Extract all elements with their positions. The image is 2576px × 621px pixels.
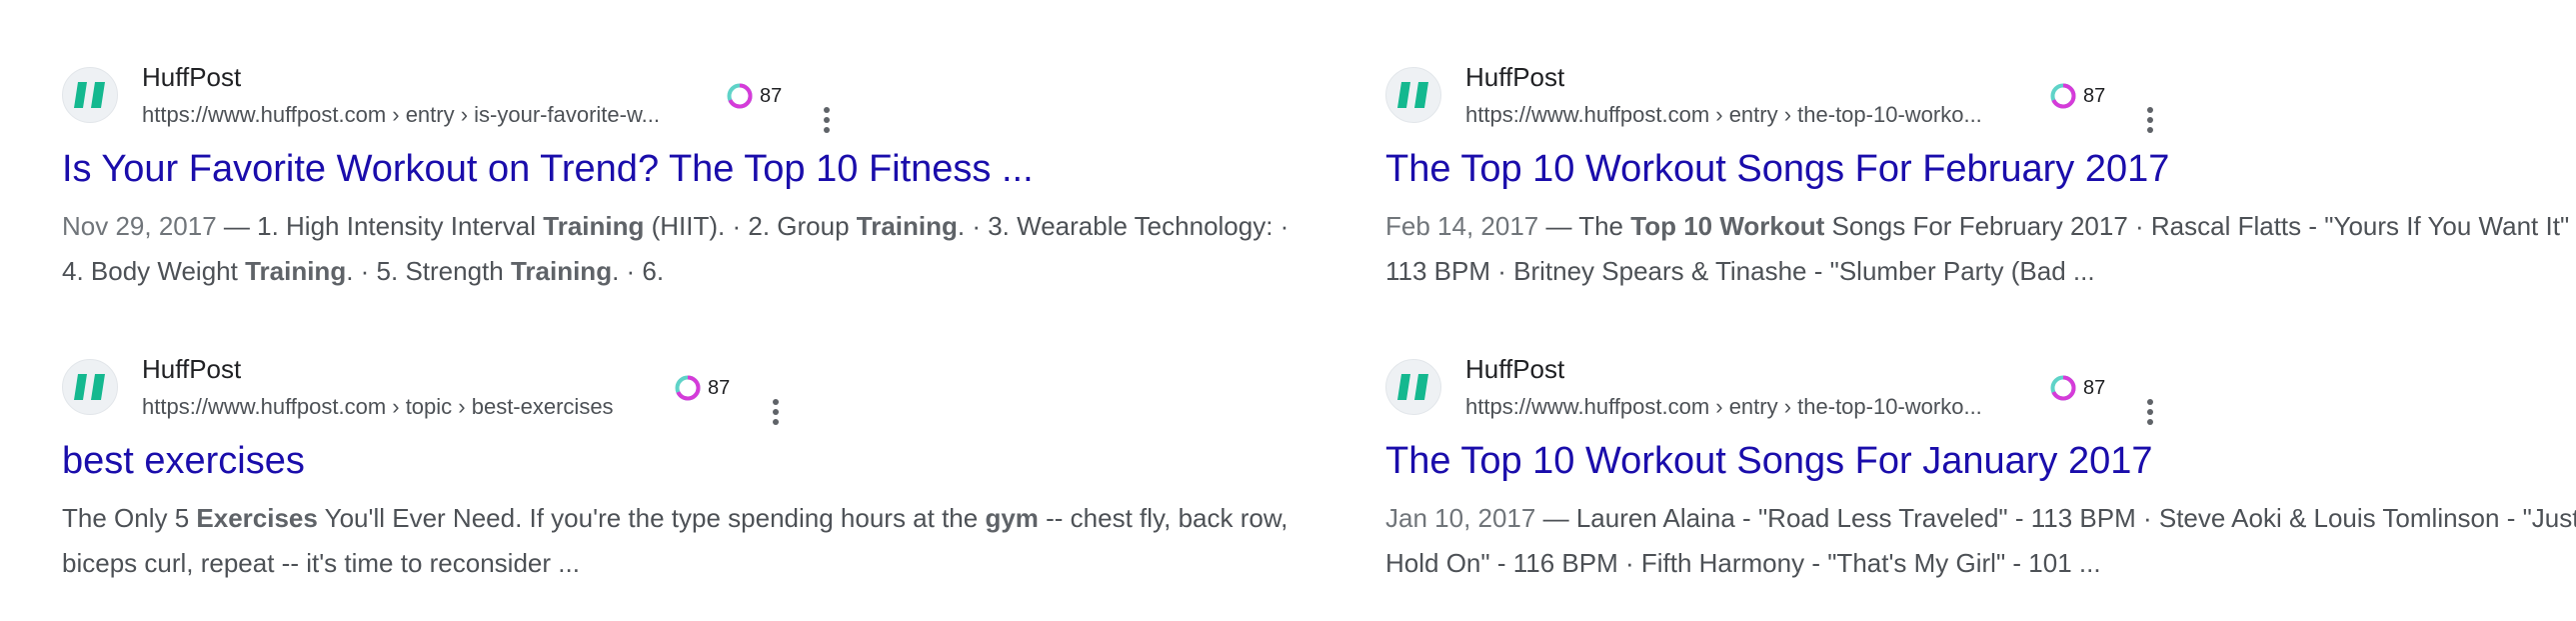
- result-header: HuffPost https://www.huffpost.com › topi…: [62, 352, 1331, 432]
- more-vert-icon: [2147, 399, 2153, 425]
- score-value: 87: [760, 84, 783, 107]
- more-vert-icon: [2147, 107, 2153, 133]
- score-ring-icon: [727, 83, 753, 109]
- score-badge: 87: [726, 82, 782, 110]
- huffpost-logo-icon[interactable]: [1385, 359, 1441, 415]
- date-separator: —: [1535, 503, 1576, 533]
- score-value: 87: [708, 376, 731, 399]
- site-url[interactable]: https://www.huffpost.com › entry › the-t…: [1465, 102, 1982, 128]
- more-options-button[interactable]: [770, 396, 782, 428]
- site-name[interactable]: HuffPost: [142, 62, 241, 93]
- site-url[interactable]: https://www.huffpost.com › entry › the-t…: [1465, 394, 1982, 420]
- search-result: HuffPost https://www.huffpost.com › entr…: [1385, 60, 2576, 286]
- more-vert-icon: [824, 107, 830, 133]
- score-ring-icon: [2050, 83, 2076, 109]
- result-title-link[interactable]: Is Your Favorite Workout on Trend? The T…: [62, 148, 1034, 191]
- result-title-link[interactable]: The Top 10 Workout Songs For January 201…: [1385, 440, 2153, 483]
- more-options-button[interactable]: [2144, 104, 2156, 136]
- huffpost-logo-icon[interactable]: [62, 359, 118, 415]
- more-vert-icon: [773, 399, 779, 425]
- site-name[interactable]: HuffPost: [142, 354, 241, 385]
- score-badge: 87: [674, 374, 730, 402]
- result-date: Nov 29, 2017: [62, 211, 217, 241]
- score-value: 87: [2083, 84, 2106, 107]
- score-badge: 87: [2049, 82, 2105, 110]
- result-date: Jan 10, 2017: [1385, 503, 1536, 533]
- result-header: HuffPost https://www.huffpost.com › entr…: [1385, 352, 2576, 432]
- search-result: HuffPost https://www.huffpost.com › entr…: [62, 60, 1331, 286]
- result-snippet: Feb 14, 2017 — The Top 10 Workout Songs …: [1385, 211, 2576, 286]
- date-separator: —: [1538, 211, 1579, 241]
- date-separator: —: [216, 211, 258, 241]
- score-value: 87: [2083, 376, 2106, 399]
- more-options-button[interactable]: [821, 104, 833, 136]
- score-ring-icon: [2050, 375, 2076, 401]
- site-url[interactable]: https://www.huffpost.com › topic › best-…: [142, 394, 614, 420]
- result-snippet: The Only 5 Exercises You'll Ever Need. I…: [62, 503, 1288, 578]
- search-result: HuffPost https://www.huffpost.com › entr…: [1385, 352, 2576, 578]
- result-header: HuffPost https://www.huffpost.com › entr…: [62, 60, 1331, 140]
- huffpost-logo-icon[interactable]: [1385, 67, 1441, 123]
- result-title-link[interactable]: best exercises: [62, 440, 305, 483]
- result-header: HuffPost https://www.huffpost.com › entr…: [1385, 60, 2576, 140]
- result-snippet: Jan 10, 2017 — Lauren Alaina - "Road Les…: [1385, 503, 2576, 578]
- site-url[interactable]: https://www.huffpost.com › entry › is-yo…: [142, 102, 660, 128]
- score-badge: 87: [2049, 374, 2105, 402]
- score-ring-icon: [675, 375, 701, 401]
- result-date: Feb 14, 2017: [1385, 211, 1539, 241]
- result-title-link[interactable]: The Top 10 Workout Songs For February 20…: [1385, 148, 2169, 191]
- search-result: HuffPost https://www.huffpost.com › topi…: [62, 352, 1331, 578]
- site-name[interactable]: HuffPost: [1465, 62, 1564, 93]
- more-options-button[interactable]: [2144, 396, 2156, 428]
- result-snippet: Nov 29, 2017 — 1. High Intensity Interva…: [62, 211, 1289, 286]
- huffpost-logo-icon[interactable]: [62, 67, 118, 123]
- site-name[interactable]: HuffPost: [1465, 354, 1564, 385]
